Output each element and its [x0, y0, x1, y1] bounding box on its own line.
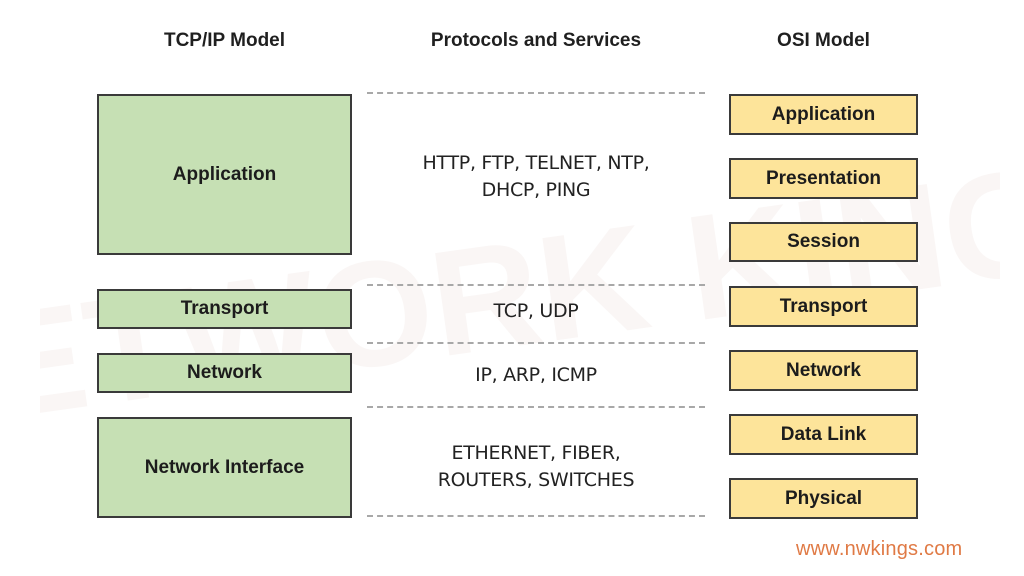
osi-layer-application: Application [729, 94, 918, 135]
tcpip-layer-network-interface: Network Interface [97, 417, 352, 518]
osi-layer-network: Network [729, 350, 918, 391]
layer-label: Physical [784, 487, 863, 509]
layer-label: Transport [180, 298, 269, 319]
layer-label: Application [172, 163, 277, 185]
layer-label: Network [187, 362, 262, 383]
protocols-transport: TCP, UDP [367, 298, 705, 325]
protocols-line: DHCP, PING [481, 179, 591, 201]
protocols-header: Protocols and Services [430, 30, 642, 51]
tcpip-layer-application: Application [97, 94, 352, 255]
separator-line [367, 515, 705, 517]
protocols-network: IP, ARP, ICMP [367, 362, 705, 389]
layer-label: Network [786, 359, 861, 381]
layer-label: Application [771, 103, 876, 125]
protocols-line: ROUTERS, SWITCHES [437, 469, 635, 491]
separator-line [367, 92, 705, 94]
osi-model-header: OSI Model [777, 30, 870, 51]
protocols-line: IP, ARP, ICMP [475, 364, 597, 386]
osi-layer-transport: Transport [729, 286, 918, 327]
protocols-network-interface: ETHERNET, FIBER, ROUTERS, SWITCHES [367, 440, 705, 494]
protocols-line: HTTP, FTP, TELNET, NTP, [422, 152, 650, 174]
protocols-line: TCP, UDP [493, 300, 579, 322]
tcpip-model-header: TCP/IP Model [163, 30, 286, 51]
osi-layer-physical: Physical [729, 478, 918, 519]
layer-label: Session [787, 231, 860, 252]
separator-line [367, 406, 705, 408]
protocols-application: HTTP, FTP, TELNET, NTP, DHCP, PING [367, 150, 705, 204]
osi-layer-data-link: Data Link [729, 414, 918, 455]
layer-label: Presentation [765, 167, 882, 189]
osi-layer-presentation: Presentation [729, 158, 918, 199]
tcpip-layer-transport: Transport [97, 289, 352, 329]
tcpip-layer-network: Network [97, 353, 352, 393]
layer-label: Transport [779, 295, 868, 317]
separator-line [367, 342, 705, 344]
website-link[interactable]: www.nwkings.com [796, 538, 962, 561]
protocols-line: ETHERNET, FIBER, [451, 442, 621, 464]
osi-layer-session: Session [729, 222, 918, 262]
layer-label: Network Interface [144, 456, 305, 478]
layer-label: Data Link [780, 423, 867, 445]
separator-line [367, 284, 705, 286]
